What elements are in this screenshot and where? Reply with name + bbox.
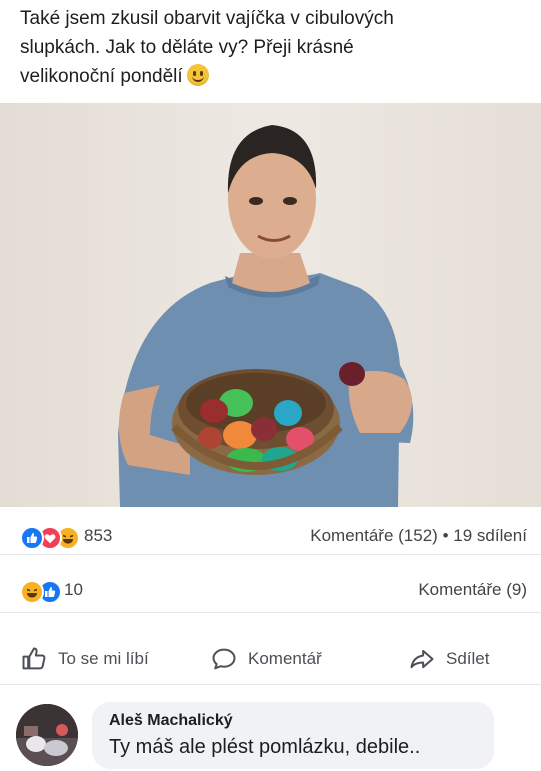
comment-text: Ty máš ale plést pomlázku, debile.. xyxy=(109,736,421,758)
secondary-comments-link[interactable]: Komentáře (9) xyxy=(418,580,527,600)
comment-button-label: Komentář xyxy=(248,649,322,668)
stats-separator: • xyxy=(442,526,449,545)
haha-reaction-icon xyxy=(20,580,44,604)
post-text-line-3-label: velikonoční pondělí xyxy=(20,66,183,87)
post-text-line-3: velikonoční pondělí xyxy=(20,62,520,91)
comments-count-link[interactable]: Komentáře (152) xyxy=(310,526,438,545)
smiling-face-emoji-icon xyxy=(186,64,209,86)
share-button[interactable]: Sdílet xyxy=(408,644,489,674)
like-reaction-icon xyxy=(20,526,44,550)
comment-bubble: Aleš Machalický Ty máš ale plést pomlázk… xyxy=(92,702,494,769)
post-text-line-2: slupkách. Jak to děláte vy? Přeji krásné xyxy=(20,37,354,58)
comment-item: Aleš Machalický Ty máš ale plést pomlázk… xyxy=(0,698,541,771)
share-arrow-icon xyxy=(410,649,434,669)
comment-bubble-icon xyxy=(212,648,236,670)
post-text-line-1: Také jsem zkusil obarvit vajíčka v cibul… xyxy=(20,8,394,29)
secondary-reaction-count[interactable]: 10 xyxy=(64,580,83,600)
post-actions-bar: To se mi líbí Komentář Sdílet xyxy=(0,634,541,685)
post-stats-bar: 853 Komentáře (152) • 19 sdílení xyxy=(0,518,541,555)
comment-author[interactable]: Aleš Machalický xyxy=(109,712,233,730)
secondary-stats-bar: 10 Komentáře (9) xyxy=(0,572,541,613)
post-photo[interactable] xyxy=(0,103,541,507)
like-button[interactable]: To se mi líbí xyxy=(20,644,149,674)
avatar-image xyxy=(16,704,78,766)
comment-button[interactable]: Komentář xyxy=(210,644,322,674)
photo-illustration xyxy=(0,103,541,507)
shares-count-link[interactable]: 19 sdílení xyxy=(453,526,527,545)
commenter-avatar[interactable] xyxy=(16,704,78,766)
like-button-label: To se mi líbí xyxy=(58,649,149,668)
post-text: Také jsem zkusil obarvit vajíčka v cibul… xyxy=(20,4,520,91)
share-button-label: Sdílet xyxy=(446,649,490,668)
thumbs-up-icon xyxy=(22,647,46,670)
reaction-count[interactable]: 853 xyxy=(84,526,112,546)
post-comments-shares: Komentáře (152) • 19 sdílení xyxy=(310,526,527,546)
